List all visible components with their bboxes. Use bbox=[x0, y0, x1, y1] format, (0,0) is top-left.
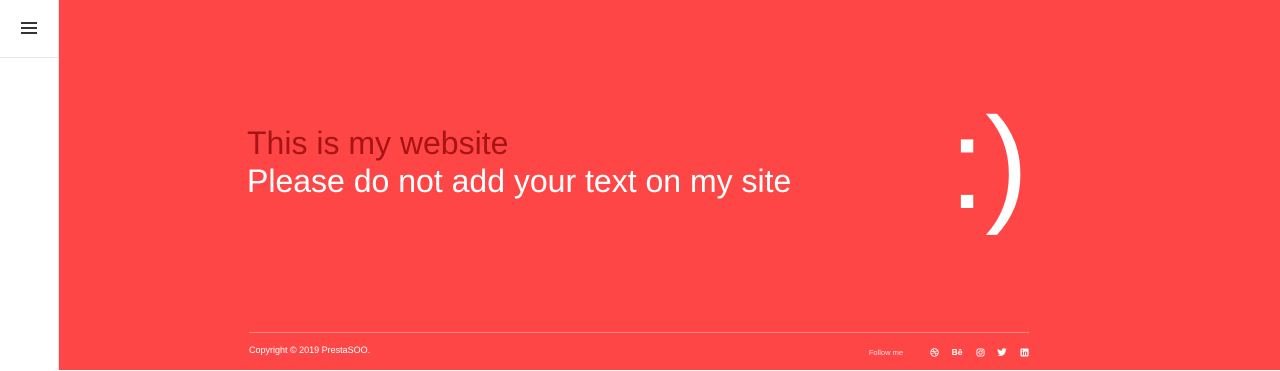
footer: Copyright © 2019 PrestaSOO. Follow me Bē bbox=[249, 332, 1029, 371]
twitter-icon[interactable] bbox=[997, 347, 1007, 357]
hamburger-icon bbox=[21, 32, 37, 34]
hero-section: This is my website Please do not add you… bbox=[59, 0, 1280, 370]
instagram-icon[interactable] bbox=[975, 347, 985, 357]
hamburger-icon bbox=[21, 27, 37, 29]
hamburger-icon bbox=[21, 22, 37, 24]
headline-line-2: Please do not add your text on my site bbox=[247, 163, 792, 199]
sidebar bbox=[0, 0, 59, 370]
smiley-text: :) bbox=[949, 90, 1029, 236]
social-links: Follow me Bē bbox=[869, 345, 1029, 359]
dribbble-icon[interactable] bbox=[929, 347, 939, 357]
behance-icon[interactable]: Bē bbox=[951, 347, 963, 357]
menu-button[interactable] bbox=[0, 0, 58, 58]
follow-label: Follow me bbox=[868, 347, 903, 357]
copyright-text: Copyright © 2019 PrestaSOO. bbox=[249, 345, 371, 355]
headline: This is my website Please do not add you… bbox=[247, 124, 791, 200]
linkedin-icon[interactable] bbox=[1019, 347, 1029, 357]
headline-line-1: This is my website bbox=[247, 125, 509, 161]
